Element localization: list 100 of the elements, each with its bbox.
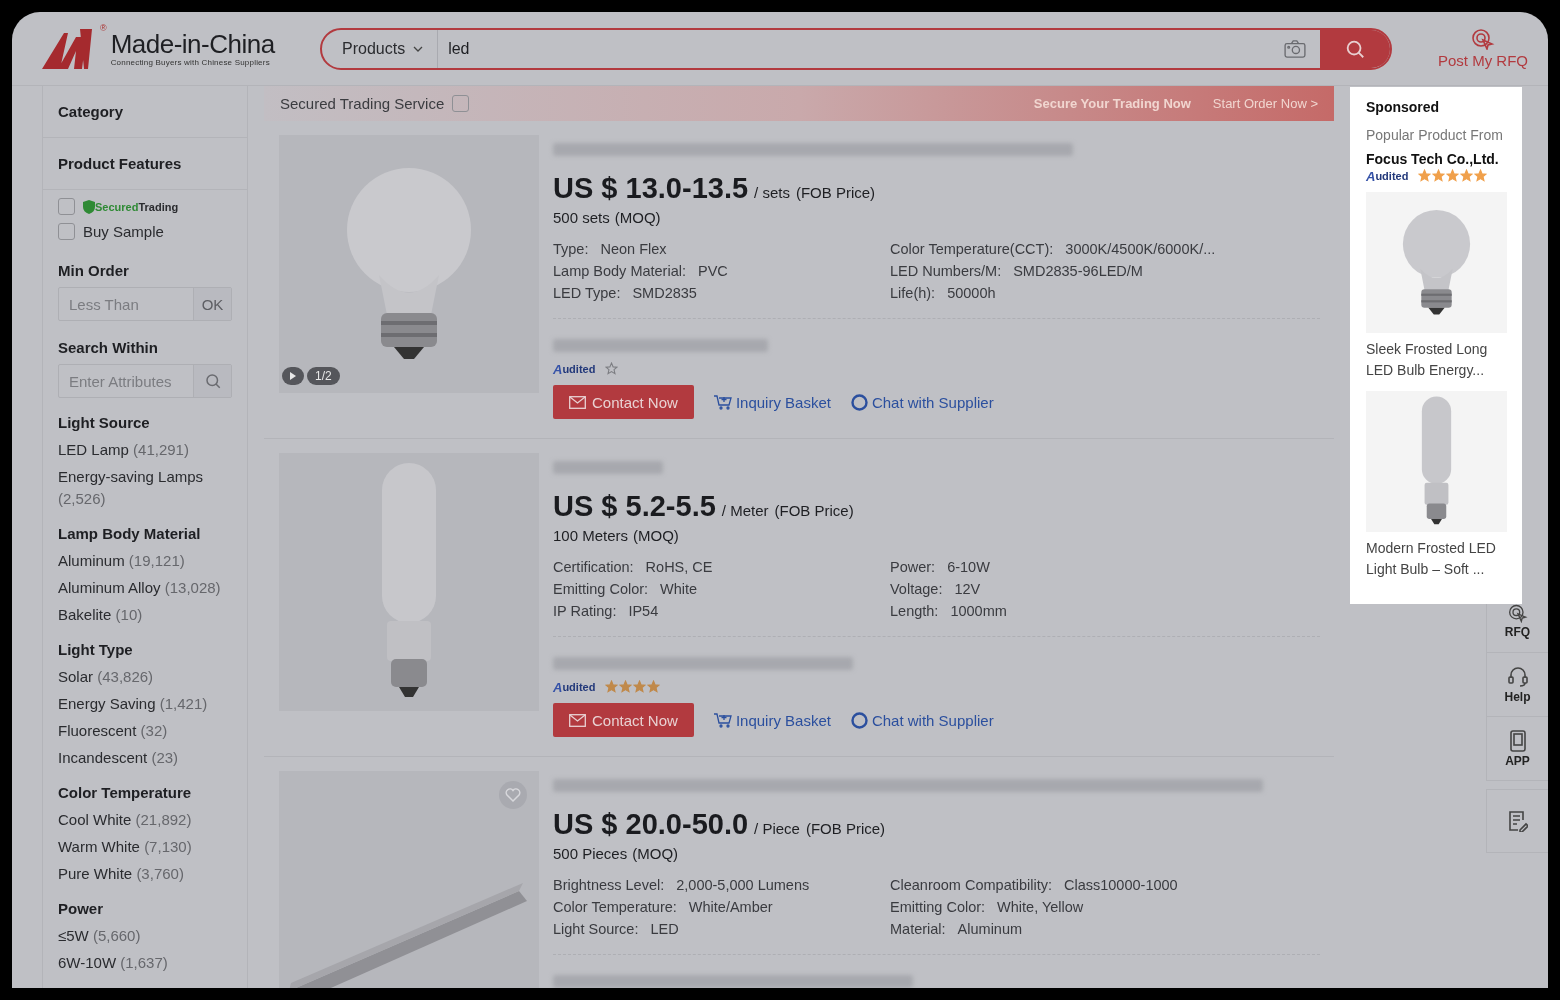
cart-icon — [713, 712, 732, 728]
spec-item: Power: 6-10W — [890, 558, 991, 577]
price-unit: / Piece — [754, 820, 800, 837]
filter-option[interactable]: Incandescent (23) — [58, 747, 232, 769]
filter-option[interactable]: LED Lamp (41,291) — [58, 439, 232, 461]
sponsored-subtitle: Popular Product From — [1366, 127, 1504, 143]
image-counter: 1/2 — [307, 367, 340, 385]
sponsored-product[interactable]: Modern Frosted LED Light Bulb – Soft ... — [1366, 391, 1507, 580]
star-icon — [1432, 169, 1446, 182]
star-icon — [647, 680, 661, 693]
chat-bubble-icon — [850, 711, 868, 729]
sidebar-tool-button[interactable]: APP — [1486, 717, 1548, 781]
attributes-input-group[interactable]: Enter Attributes — [58, 364, 232, 398]
attributes-field[interactable]: Enter Attributes — [59, 365, 193, 397]
search-input[interactable]: led — [438, 29, 1270, 68]
filter-option[interactable]: Aluminum Alloy (13,028) — [58, 577, 232, 599]
spec-item: Life(h): 50000h — [890, 284, 997, 303]
moq-label: (MOQ) — [614, 209, 661, 226]
spec-item: Cleanroom Compatibility: Class10000-1000 — [890, 876, 1179, 895]
inquiry-basket-link[interactable]: Inquiry Basket — [713, 393, 831, 411]
star-icon — [1474, 169, 1488, 182]
moq: 100 Meters — [553, 527, 629, 544]
chat-link[interactable]: Chat with Supplier — [850, 711, 994, 729]
category-dropdown[interactable]: Products — [322, 29, 439, 68]
headset-icon — [1507, 665, 1528, 688]
price-unit: / sets — [754, 184, 790, 201]
mail-icon — [569, 395, 586, 409]
contact-now-button[interactable]: Contact Now — [553, 385, 694, 419]
filter-heading: Color Temperature — [58, 784, 193, 801]
min-order-field[interactable]: Less Than — [59, 288, 193, 320]
spec-item: IP Rating: IP54 — [553, 602, 660, 621]
filter-heading: Min Order — [58, 262, 130, 279]
camera-icon — [1284, 39, 1306, 58]
filter-heading: Light Type — [58, 641, 134, 658]
spec-item: Voltage: 12V — [890, 580, 982, 599]
spec-item: Color Temperature: White/Amber — [553, 898, 774, 917]
filter-option[interactable]: Warm White (7,130) — [58, 836, 232, 858]
empty-star-icon — [605, 362, 619, 375]
filter-option[interactable]: ≤5W (5,660) — [58, 925, 232, 947]
search-button[interactable] — [1320, 29, 1390, 68]
checkbox[interactable] — [58, 223, 75, 240]
sidebar-section-heading[interactable]: Product Features — [43, 138, 247, 190]
filter-option[interactable]: Cool White (21,892) — [58, 809, 232, 831]
filter-heading: Light Source — [58, 414, 151, 431]
price-terms: (FOB Price) — [805, 820, 886, 837]
mail-icon — [569, 713, 586, 727]
star-icon — [633, 680, 647, 693]
contact-now-button[interactable]: Contact Now — [553, 703, 694, 737]
spec-item: LED Type: SMD2835 — [553, 284, 698, 303]
price: US $ 20.0-50.0 — [553, 808, 749, 841]
price-terms: (FOB Price) — [795, 184, 876, 201]
moq-label: (MOQ) — [633, 527, 679, 544]
feedback-button[interactable] — [1486, 789, 1548, 853]
spec-item: Type: Neon Flex — [553, 240, 668, 259]
attributes-search-button[interactable] — [193, 365, 231, 397]
filter-heading: Search Within — [58, 339, 159, 356]
audited-logo: Audited — [553, 680, 596, 693]
chevron-down-icon — [413, 45, 424, 52]
moq: 500 sets — [553, 209, 610, 226]
filter-option[interactable]: Solar (43,826) — [58, 666, 232, 688]
chat-link[interactable]: Chat with Supplier — [850, 393, 994, 411]
search-bar[interactable]: Products led — [320, 27, 1392, 70]
sidebar-tool-button[interactable]: Help — [1486, 653, 1548, 717]
star-icon — [605, 680, 619, 693]
target-icon — [1507, 602, 1528, 623]
star-icon — [1418, 169, 1432, 182]
filter-option[interactable]: Energy Saving (1,421) — [58, 693, 232, 715]
cart-icon — [713, 394, 732, 410]
spec-item: Emitting Color: White, Yellow — [890, 898, 1085, 917]
spec-item: LED Numbers/M: SMD2835-96LED/M — [890, 262, 1144, 281]
price: US $ 5.2-5.5 — [553, 490, 716, 523]
spec-item: Light Source: LED — [553, 920, 680, 939]
filter-option[interactable]: 6W-10W (1,637) — [58, 952, 232, 974]
sponsored-product[interactable]: Sleek Frosted Long LED Bulb Energy... — [1366, 192, 1507, 381]
price-terms: (FOB Price) — [774, 502, 854, 519]
audited-logo: Audited — [553, 362, 596, 375]
registered-mark: ® — [100, 22, 107, 33]
filter-option[interactable]: Energy-saving Lamps (2,526) — [58, 466, 232, 510]
star-icon — [1446, 169, 1460, 182]
heart-icon — [505, 788, 521, 802]
sidebar-section-heading[interactable]: Category — [43, 86, 247, 138]
feature-label: Buy Sample — [83, 223, 164, 240]
star-icon — [1460, 169, 1474, 182]
inquiry-basket-link[interactable]: Inquiry Basket — [713, 711, 831, 729]
spec-item: Lamp Body Material: PVC — [553, 262, 729, 281]
spec-item: Material: Aluminum — [890, 920, 1024, 939]
secured-trading-logo: SecuredTrading — [83, 199, 179, 214]
search-icon — [203, 372, 222, 390]
chat-bubble-icon — [850, 393, 868, 411]
filter-option[interactable]: Fluorescent (32) — [58, 720, 232, 742]
filter-option[interactable]: Bakelite (10) — [58, 604, 232, 626]
checkbox[interactable] — [452, 95, 470, 112]
company-name[interactable]: Focus Tech Co.,Ltd. — [1366, 151, 1507, 167]
sponsored-heading: Sponsored — [1366, 99, 1441, 115]
filter-option[interactable]: Pure White (3,760) — [58, 863, 232, 885]
spec-item: Emitting Color: White — [553, 580, 699, 599]
spec-item: Length: 1000mm — [890, 602, 1008, 621]
filter-option[interactable]: Aluminum (19,121) — [58, 550, 232, 572]
audited-logo: Audited — [1366, 169, 1409, 182]
checkbox[interactable] — [58, 198, 75, 215]
